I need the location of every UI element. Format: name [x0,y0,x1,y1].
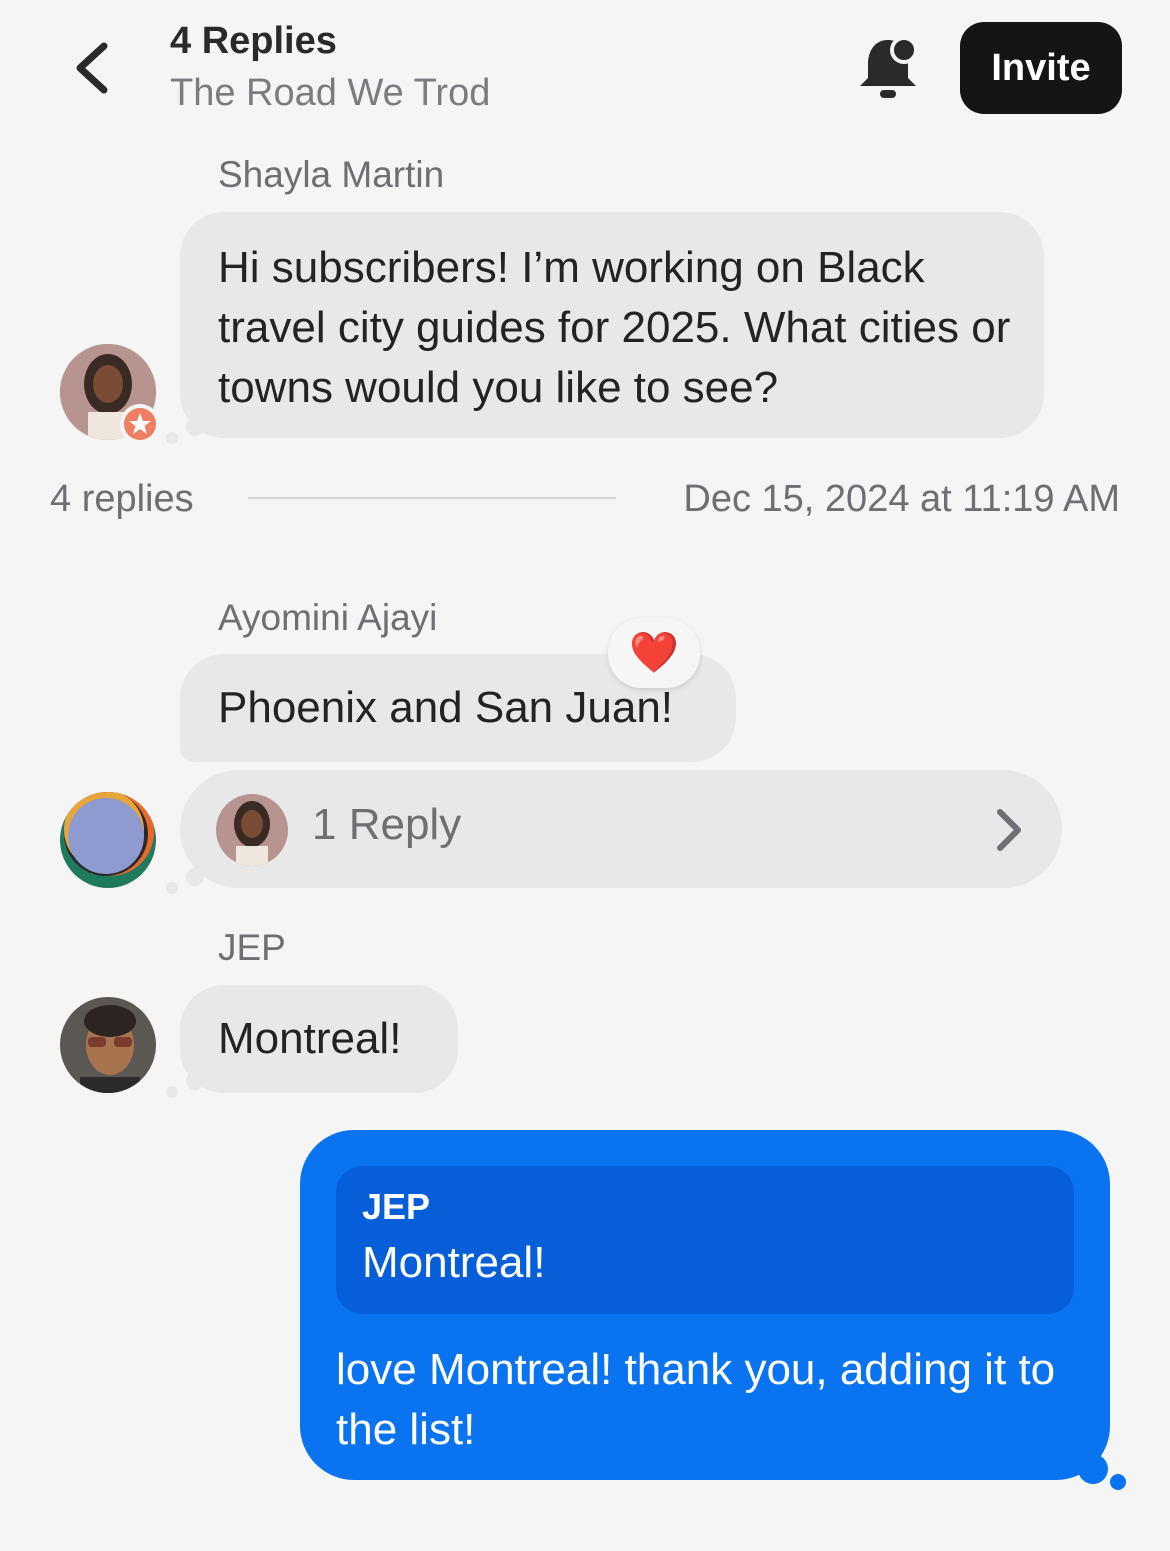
invite-button[interactable]: Invite [960,22,1122,114]
quoted-text: Montreal! [362,1238,546,1287]
replies-count: 4 replies [50,478,194,520]
reply-avatar [216,794,288,866]
bubble-tail [166,432,178,444]
heart-icon: ❤️ [629,631,679,675]
avatar[interactable] [60,997,156,1093]
message-bubble[interactable]: Hi subscribers! I’m working on Black tra… [180,212,1044,438]
message-text: Hi subscribers! I’m working on Black tra… [218,243,1011,412]
message-author: Ayomini Ajayi [218,597,438,638]
back-button[interactable] [62,36,122,100]
bubble-tail [1110,1474,1126,1490]
bubble-tail [186,418,204,436]
sub-thread-label: 1 Reply [312,800,462,849]
own-message-text: love Montreal! thank you, adding it to t… [336,1345,1056,1454]
back-chevron-icon [76,42,108,94]
quoted-author: JEP [362,1186,431,1227]
avatar[interactable] [60,792,156,888]
message-author: Shayla Martin [218,154,445,195]
message-bubble[interactable]: Montreal! [180,985,458,1093]
chevron-right-icon [990,806,1030,854]
message-author: JEP [218,927,286,968]
notifications-button[interactable] [852,34,924,104]
message-text: Phoenix and San Juan! [218,683,674,732]
bubble-tail [166,1086,178,1098]
star-icon [124,408,156,440]
page-subtitle: The Road We Trod [170,72,491,114]
bubble-tail [186,868,204,886]
bubble-tail [186,1072,204,1090]
bubble-tail [166,882,178,894]
page-title: 4 Replies [170,20,337,62]
bell-icon [860,36,918,98]
bubble-tail [1078,1454,1108,1484]
message-text: Montreal! [218,1014,402,1063]
reaction-badge[interactable]: ❤️ [608,618,700,688]
author-badge [120,404,160,444]
timestamp: Dec 15, 2024 at 11:19 AM [683,478,1120,520]
divider [248,497,616,499]
